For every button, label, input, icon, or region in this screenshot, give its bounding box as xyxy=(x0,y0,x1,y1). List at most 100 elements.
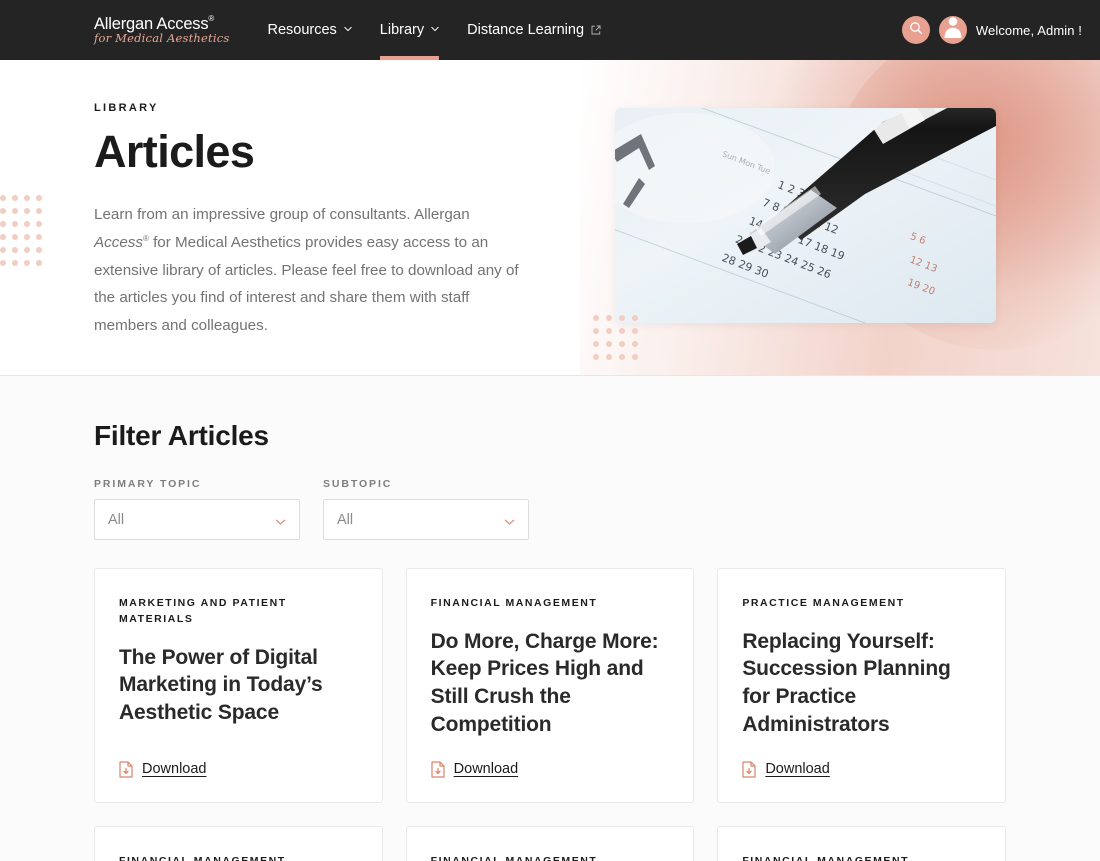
decorative-dot xyxy=(0,208,6,214)
decorative-dot xyxy=(36,234,42,240)
filter-field-subtopic: SUBTOPIC All xyxy=(323,478,529,540)
decorative-dot xyxy=(24,247,30,253)
decorative-dot xyxy=(619,341,625,347)
site-header: Allergan Access® for Medical Aesthetics … xyxy=(0,0,1100,60)
primary-topic-select[interactable]: All xyxy=(94,499,300,540)
file-download-icon xyxy=(119,761,133,778)
logo-primary-label: Allergan Access xyxy=(94,14,209,33)
pen-on-calendar-photo: 1 2 3 4 5 6 7 8 9 10 11 12 14 15 16 17 1… xyxy=(615,108,996,323)
decorative-dot xyxy=(0,234,6,240)
article-card[interactable]: FINANCIAL MANAGEMENT Below The Surface: … xyxy=(94,825,383,861)
article-category: FINANCIAL MANAGEMENT xyxy=(119,854,286,861)
welcome-message: Welcome, Admin ! xyxy=(975,22,1082,38)
nav-item-library[interactable]: Library xyxy=(366,0,453,60)
nav-label-library: Library xyxy=(379,22,425,38)
article-category: FINANCIAL MANAGEMENT xyxy=(430,597,598,609)
decorative-dot xyxy=(0,247,6,253)
chevron-down-icon xyxy=(275,514,286,525)
article-title: Do More, Charge More: Keep Prices High a… xyxy=(430,629,659,736)
decorative-dot xyxy=(606,315,612,321)
page-title: Articles xyxy=(94,126,255,177)
decorative-dot xyxy=(36,221,42,227)
filter-field-primary-topic: PRIMARY TOPIC All xyxy=(94,478,300,540)
decorative-dot xyxy=(36,247,42,253)
article-card-grid: MARKETING AND PATIENT MATERIALS The Powe… xyxy=(94,568,1006,861)
decorative-dot xyxy=(24,221,30,227)
primary-topic-value: All xyxy=(108,511,125,528)
file-download-icon xyxy=(742,761,756,778)
hero-image: 1 2 3 4 5 6 7 8 9 10 11 12 14 15 16 17 1… xyxy=(615,108,996,323)
search-icon xyxy=(909,21,923,40)
decorative-dot xyxy=(593,341,599,347)
main-navigation: Resources Library Distance Learning xyxy=(253,0,615,60)
decorative-dot xyxy=(12,208,18,214)
article-title: Replacing Yourself: Succession Planning … xyxy=(742,629,951,736)
decorative-dots-middle xyxy=(593,315,645,367)
download-link[interactable]: Download xyxy=(431,761,519,778)
section-divider xyxy=(0,375,1100,376)
decorative-dot xyxy=(593,328,599,334)
decorative-dots-left xyxy=(0,195,48,273)
decorative-dot xyxy=(619,315,625,321)
decorative-dot xyxy=(632,328,638,334)
decorative-dot xyxy=(12,221,18,227)
nav-label-resources: Resources xyxy=(267,22,337,38)
hero-description-part1: Learn from an impressive group of consul… xyxy=(94,206,470,224)
user-avatar[interactable] xyxy=(938,16,967,44)
download-link[interactable]: Download xyxy=(119,761,207,778)
download-link[interactable]: Download xyxy=(742,761,830,778)
subtopic-label: SUBTOPIC xyxy=(323,478,393,490)
chevron-down-icon xyxy=(431,25,439,33)
subtopic-value: All xyxy=(337,511,354,528)
decorative-dot xyxy=(632,354,638,360)
nav-label-distance-learning: Distance Learning xyxy=(467,22,585,38)
article-card[interactable]: FINANCIAL MANAGEMENT Do More, Charge Mor… xyxy=(405,568,695,803)
nav-item-distance-learning[interactable]: Distance Learning xyxy=(453,0,615,60)
decorative-dot xyxy=(12,260,18,266)
hero-description: Learn from an impressive group of consul… xyxy=(94,201,520,339)
header-actions: Welcome, Admin ! xyxy=(901,16,1100,44)
decorative-dot xyxy=(632,341,638,347)
primary-topic-label: PRIMARY TOPIC xyxy=(94,478,202,490)
hero-content: LIBRARY Articles Learn from an impressiv… xyxy=(0,60,520,340)
decorative-dot xyxy=(632,315,638,321)
decorative-dot xyxy=(619,354,625,360)
article-title: The Power of Digital Marketing in Today’… xyxy=(119,645,323,724)
decorative-dot xyxy=(0,260,6,266)
decorative-dot xyxy=(24,195,30,201)
chevron-down-icon xyxy=(504,514,515,525)
decorative-dot xyxy=(36,208,42,214)
article-category: MARKETING AND PATIENT MATERIALS xyxy=(119,597,287,625)
article-category: FINANCIAL MANAGEMENT xyxy=(742,854,910,861)
article-card[interactable]: PRACTICE MANAGEMENT Replacing Yourself: … xyxy=(717,568,1006,803)
decorative-dot xyxy=(24,234,30,240)
chevron-down-icon xyxy=(344,25,352,33)
decorative-dot xyxy=(36,195,42,201)
decorative-dot xyxy=(606,354,612,360)
article-card[interactable]: FINANCIAL MANAGEMENT Secret Sauce: Key I… xyxy=(405,825,695,861)
site-logo[interactable]: Allergan Access® for Medical Aesthetics xyxy=(94,14,229,45)
article-card[interactable]: FINANCIAL MANAGEMENT Achieving Success: … xyxy=(717,825,1006,861)
filter-articles-section: Filter Articles PRIMARY TOPIC All SUBTOP… xyxy=(0,376,1100,861)
hero-eyebrow: LIBRARY xyxy=(94,102,159,114)
logo-primary-text: Allergan Access® xyxy=(94,14,229,33)
file-download-icon xyxy=(431,761,445,778)
download-label: Download xyxy=(453,761,519,778)
article-category: FINANCIAL MANAGEMENT xyxy=(430,854,598,861)
decorative-dot xyxy=(12,247,18,253)
decorative-dot xyxy=(619,328,625,334)
decorative-dot xyxy=(593,315,599,321)
decorative-dot xyxy=(593,354,599,360)
nav-item-resources[interactable]: Resources xyxy=(253,0,365,60)
article-category: PRACTICE MANAGEMENT xyxy=(742,597,905,609)
subtopic-select[interactable]: All xyxy=(323,499,529,540)
decorative-dot xyxy=(0,221,6,227)
decorative-dot xyxy=(12,195,18,201)
logo-registered-mark: ® xyxy=(208,14,215,23)
article-card[interactable]: MARKETING AND PATIENT MATERIALS The Powe… xyxy=(94,568,383,803)
download-label: Download xyxy=(765,761,830,778)
hero-section: LIBRARY Articles Learn from an impressiv… xyxy=(0,60,1100,376)
search-button[interactable] xyxy=(901,16,930,44)
filter-section-title: Filter Articles xyxy=(94,420,269,451)
decorative-dot xyxy=(12,234,18,240)
